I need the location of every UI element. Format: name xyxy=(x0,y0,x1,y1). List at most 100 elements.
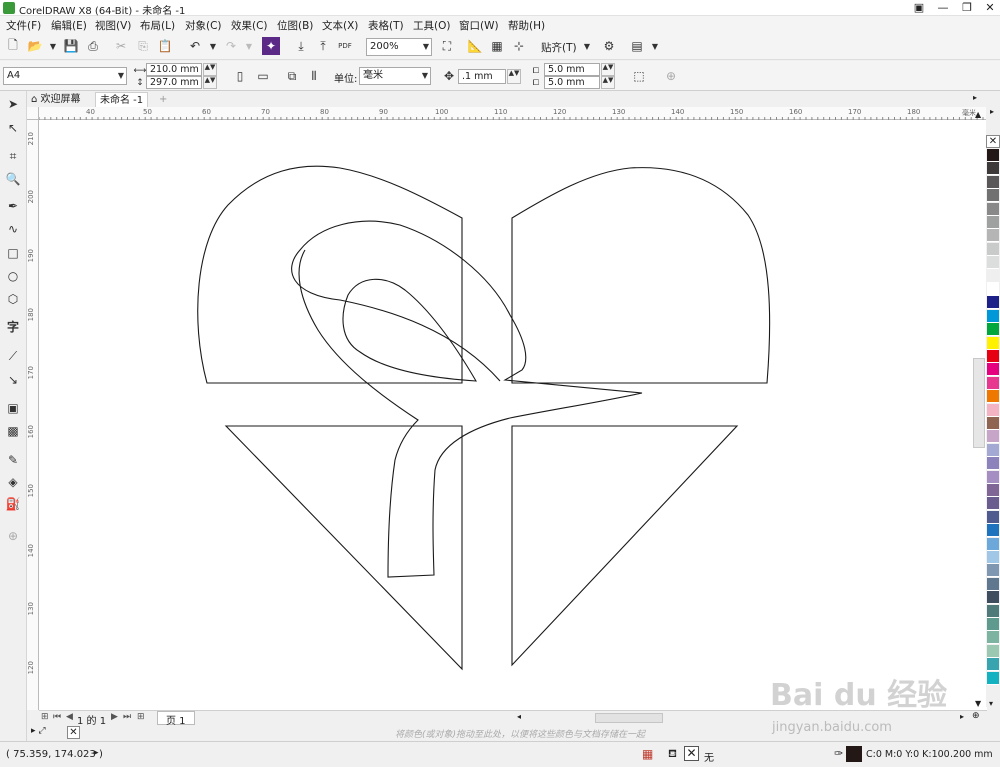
paste-icon[interactable]: 📋 xyxy=(156,37,174,55)
menu-bitmaps[interactable]: 位图(B) xyxy=(277,18,313,33)
h-scroll-left-icon[interactable]: ◂ xyxy=(517,712,521,721)
artistic-media-tool-icon[interactable]: ∿ xyxy=(4,220,22,238)
tab-untitled-1[interactable]: 未命名 -1 xyxy=(95,92,149,107)
last-page-icon[interactable]: ⏭ xyxy=(123,712,131,722)
outline-pen-icon[interactable]: ✑ xyxy=(834,747,843,760)
color-swatch[interactable] xyxy=(987,443,999,457)
color-swatch[interactable] xyxy=(987,403,999,417)
color-swatch[interactable] xyxy=(987,175,999,189)
menu-text[interactable]: 文本(X) xyxy=(322,18,358,33)
search-content-icon[interactable]: ✦ xyxy=(262,37,280,55)
drawing-canvas[interactable] xyxy=(39,120,987,710)
redo-dropdown-icon[interactable]: ▼ xyxy=(240,37,258,55)
add-toolbar-plus-icon[interactable]: ⊕ xyxy=(662,67,680,85)
launcher-chevron-down-icon[interactable]: ▼ xyxy=(646,37,664,55)
vertical-ruler[interactable]: 210 200 190 180 170 160 150 140 130 120 xyxy=(27,120,39,710)
color-swatch[interactable] xyxy=(987,430,999,444)
new-tab-plus-icon[interactable]: + xyxy=(155,92,171,107)
interactive-fill-tool-icon[interactable]: ◈ xyxy=(4,473,22,491)
page-height-spinner[interactable]: ▲▼ xyxy=(203,76,217,89)
scroll-down-icon[interactable]: ▼ xyxy=(975,699,981,708)
current-page-icon[interactable]: ⫴ xyxy=(305,67,323,85)
nudge-spinner[interactable]: ▲▼ xyxy=(507,69,521,84)
color-swatch[interactable] xyxy=(987,524,999,538)
color-eyedropper-tool-icon[interactable]: ✎ xyxy=(4,451,22,469)
zoom-page-icon[interactable]: ⊕ xyxy=(972,711,980,721)
tab-welcome-screen[interactable]: ⌂ 欢迎屏幕 xyxy=(27,92,85,107)
color-swatch[interactable] xyxy=(987,484,999,497)
color-swatch[interactable] xyxy=(987,417,999,430)
vertical-scrollbar-thumb[interactable] xyxy=(973,358,985,448)
pick-tool-icon[interactable]: ➤ xyxy=(4,95,22,113)
redo-icon[interactable]: ↷ xyxy=(222,37,240,55)
menu-table[interactable]: 表格(T) xyxy=(368,18,404,33)
color-swatch[interactable] xyxy=(987,591,999,605)
palette-options-icon[interactable]: ▸ ⤢ xyxy=(31,726,46,736)
cut-icon[interactable]: ✂ xyxy=(112,37,130,55)
color-swatch[interactable] xyxy=(987,551,999,564)
color-swatch[interactable] xyxy=(987,283,999,296)
units-dropdown[interactable]: 毫米 ▼ xyxy=(359,67,431,85)
color-swatch[interactable] xyxy=(987,644,999,658)
drop-shadow-tool-icon[interactable]: ▣ xyxy=(4,399,22,417)
color-swatch[interactable] xyxy=(987,256,999,270)
color-proof-icon[interactable]: ▦ xyxy=(642,747,653,761)
duplicate-distance-x-field[interactable]: 5.0 mm xyxy=(544,63,600,76)
palette-scroll-down-icon[interactable]: ▾ xyxy=(989,699,993,708)
application-launcher-icon[interactable]: ▤ xyxy=(628,37,646,55)
close-button[interactable]: ✕ xyxy=(979,1,1000,15)
color-swatch[interactable] xyxy=(987,350,999,363)
crop-tool-icon[interactable]: ⌗ xyxy=(4,147,22,165)
duplicate-x-spinner[interactable]: ▲▼ xyxy=(601,63,615,76)
minimize-button[interactable]: — xyxy=(932,1,954,15)
color-swatch[interactable] xyxy=(987,470,999,484)
nudge-distance-field[interactable]: .1 mm xyxy=(458,69,506,84)
color-swatch[interactable] xyxy=(987,229,999,243)
show-rulers-icon[interactable]: 📐 xyxy=(466,37,484,55)
heart-gift-drawing[interactable] xyxy=(39,120,987,710)
scroll-up-icon[interactable]: ▲ xyxy=(975,110,981,119)
menu-tools[interactable]: 工具(O) xyxy=(413,18,450,33)
menu-edit[interactable]: 编辑(E) xyxy=(51,18,87,33)
undo-dropdown-icon[interactable]: ▼ xyxy=(204,37,222,55)
color-swatch[interactable] xyxy=(987,457,999,471)
duplicate-y-spinner[interactable]: ▲▼ xyxy=(601,76,615,89)
freehand-tool-icon[interactable]: ✒ xyxy=(4,197,22,215)
add-page-before-icon[interactable]: ⊞ xyxy=(41,712,49,722)
zoom-tool-icon[interactable]: 🔍 xyxy=(4,170,22,188)
color-swatch[interactable] xyxy=(987,202,999,216)
copy-icon[interactable]: ⎘ xyxy=(134,37,152,55)
add-page-after-icon[interactable]: ⊞ xyxy=(137,712,145,722)
color-swatch[interactable] xyxy=(987,390,999,404)
color-swatch[interactable] xyxy=(987,242,999,256)
snap-to-dropdown[interactable]: 贴齐(T) xyxy=(541,40,577,55)
add-tool-plus-icon[interactable]: ⊕ xyxy=(4,527,22,545)
fill-none-swatch-icon[interactable]: ✕ xyxy=(684,746,699,761)
tabs-scroll-right-icon[interactable]: ▸ xyxy=(973,93,977,102)
shape-tool-icon[interactable]: ↖ xyxy=(4,119,22,137)
rectangle-tool-icon[interactable]: □ xyxy=(4,244,22,262)
treat-as-filled-icon[interactable]: ⬚ xyxy=(630,67,648,85)
color-swatch[interactable] xyxy=(987,149,999,162)
menu-file[interactable]: 文件(F) xyxy=(6,18,41,33)
color-swatch[interactable] xyxy=(987,162,999,176)
ruler-origin[interactable] xyxy=(27,107,39,120)
prev-page-icon[interactable]: ◀ xyxy=(66,712,73,722)
h-scroll-right-icon[interactable]: ▸ xyxy=(960,712,964,721)
color-swatch[interactable] xyxy=(987,216,999,229)
polygon-tool-icon[interactable]: ⬡ xyxy=(4,290,22,308)
color-swatch[interactable] xyxy=(987,577,999,591)
parallel-dimension-tool-icon[interactable]: ⟋ xyxy=(4,347,22,365)
color-swatch[interactable] xyxy=(987,604,999,618)
next-page-icon[interactable]: ▶ xyxy=(111,712,118,722)
open-folder-icon[interactable]: 📂 xyxy=(26,37,44,55)
page-1-tab[interactable]: 页 1 xyxy=(157,711,195,727)
first-page-icon[interactable]: ⏮ xyxy=(53,712,61,722)
page-size-dropdown[interactable]: A4 ▼ xyxy=(3,67,127,85)
color-swatch[interactable] xyxy=(987,497,999,511)
zoom-level-dropdown[interactable]: 200% ▼ xyxy=(366,38,432,56)
doc-no-color-icon[interactable]: ✕ xyxy=(67,726,80,739)
color-swatch[interactable] xyxy=(987,671,999,685)
menu-object[interactable]: 对象(C) xyxy=(185,18,222,33)
color-swatch[interactable] xyxy=(987,564,999,578)
